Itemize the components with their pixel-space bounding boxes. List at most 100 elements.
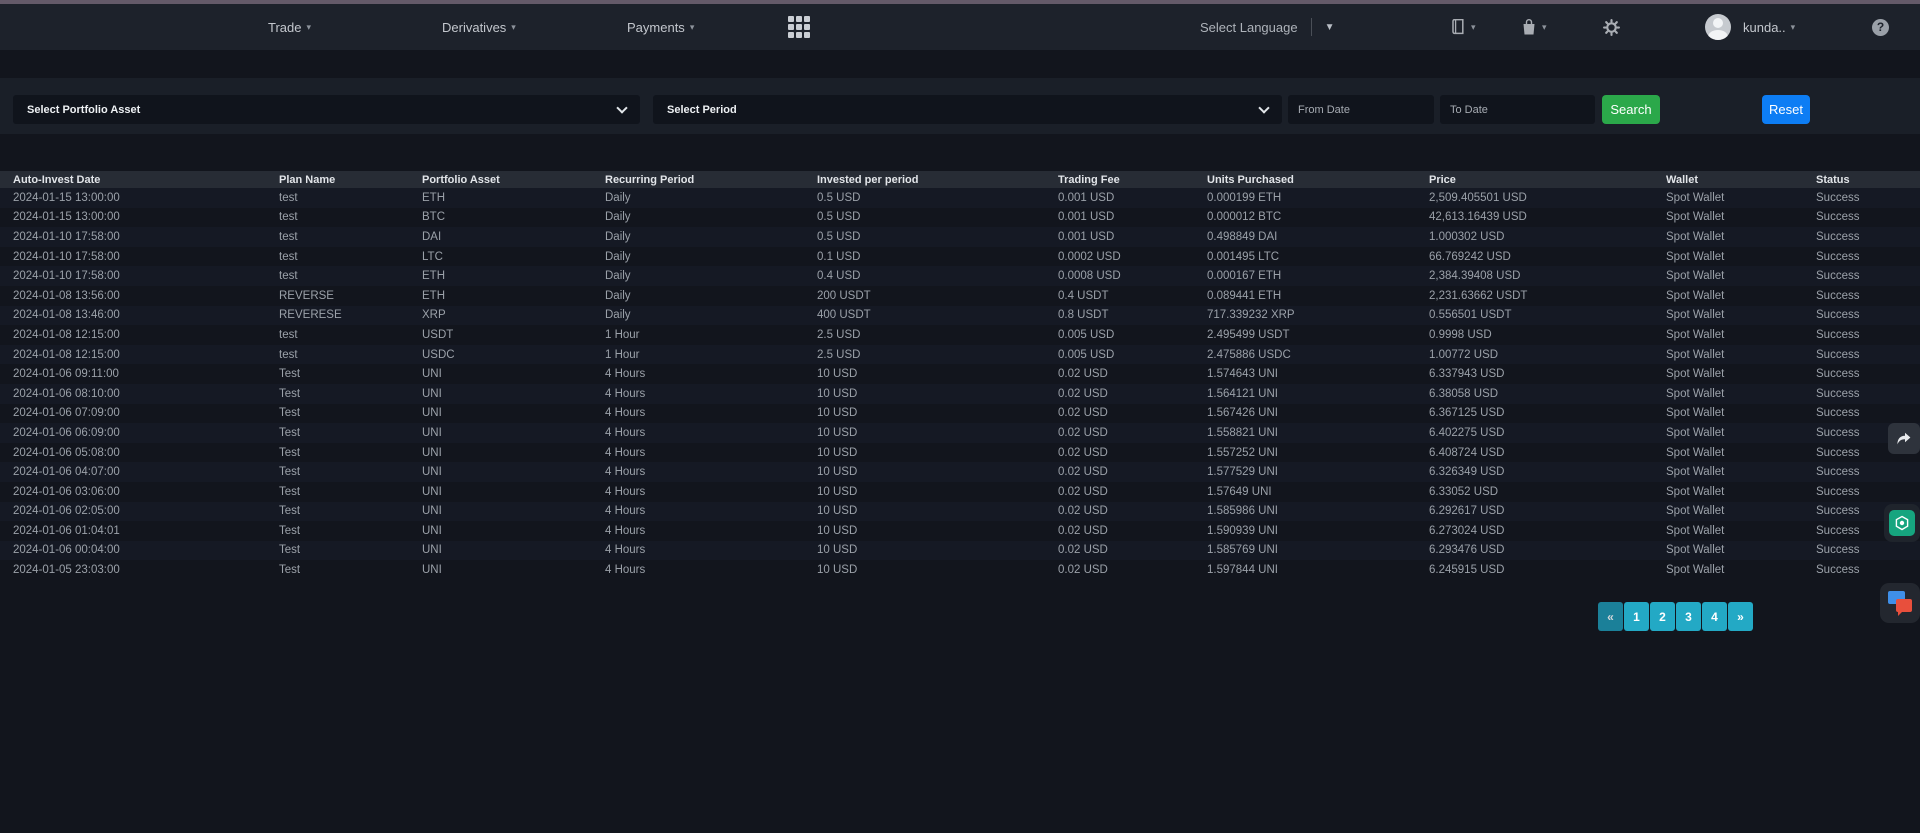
table-cell: Success [1816,462,1920,482]
search-button[interactable]: Search [1602,95,1660,124]
table-cell: 2024-01-06 06:09:00 [0,423,279,443]
table-cell: 2024-01-08 13:56:00 [0,286,279,306]
table-row: 2024-01-08 13:56:00REVERSEETHDaily200 US… [0,286,1920,306]
table-cell: 10 USD [817,404,1058,424]
table-cell: 0.498849 DAI [1207,227,1429,247]
table-cell: 0.1 USD [817,247,1058,267]
table-cell: ETH [422,188,605,208]
table-cell: 2024-01-08 12:15:00 [0,345,279,365]
column-header: Portfolio Asset [422,171,605,188]
table-cell: XRP [422,306,605,326]
table-cell: USDC [422,345,605,365]
table-row: 2024-01-10 17:58:00testDAIDaily0.5 USD0.… [0,227,1920,247]
table-cell: Spot Wallet [1666,482,1816,502]
top-navbar: Trade ▾ Derivatives ▾ Payments ▾ Select … [0,4,1920,50]
table-cell: 1.557252 UNI [1207,443,1429,463]
apps-grid-button[interactable] [788,4,810,50]
period-select[interactable]: Select Period [653,95,1282,124]
nav-menu-trade[interactable]: Trade ▾ [268,4,311,50]
table-cell: 4 Hours [605,482,817,502]
chatgpt-icon [1889,510,1915,536]
pagination: «1234» [1598,602,1753,631]
table-cell: UNI [422,482,605,502]
table-cell: 2,509.405501 USD [1429,188,1666,208]
language-selector[interactable]: Select Language ▼ [1200,4,1335,50]
chevron-down-icon: ▾ [690,23,695,32]
table-cell: LTC [422,247,605,267]
table-cell: Test [279,521,422,541]
table-row: 2024-01-08 12:15:00testUSDC1 Hour2.5 USD… [0,345,1920,365]
table-row: 2024-01-08 13:46:00REVERESEXRPDaily400 U… [0,306,1920,326]
table-cell: 6.33052 USD [1429,482,1666,502]
chatgpt-overlay-button[interactable] [1884,504,1920,542]
table-cell: Spot Wallet [1666,364,1816,384]
portfolio-asset-select[interactable]: Select Portfolio Asset [13,95,640,124]
table-cell: 4 Hours [605,443,817,463]
table-cell: ETH [422,266,605,286]
table-cell: Test [279,384,422,404]
table-cell: 4 Hours [605,502,817,522]
pagination-prev-button[interactable]: « [1598,602,1623,631]
pagination-page-1-button[interactable]: 1 [1624,602,1649,631]
table-row: 2024-01-06 02:05:00TestUNI4 Hours10 USD0… [0,502,1920,522]
nav-menu-payments[interactable]: Payments ▾ [627,4,694,50]
from-date-input[interactable] [1288,95,1434,124]
nav-menu-derivatives[interactable]: Derivatives ▾ [442,4,516,50]
table-cell: 717.339232 XRP [1207,306,1429,326]
orders-menu[interactable]: ▾ [1449,4,1476,50]
table-cell: 2024-01-06 05:08:00 [0,443,279,463]
table-cell: 1 Hour [605,325,817,345]
username: kunda.. [1743,20,1786,35]
table-cell: 0.02 USD [1058,404,1207,424]
wallet-menu[interactable]: ▾ [1521,4,1547,50]
column-header: Auto-Invest Date [0,171,279,188]
table-cell: 1.574643 UNI [1207,364,1429,384]
translate-overlay-button[interactable] [1880,583,1920,623]
pagination-page-3-button[interactable]: 3 [1676,602,1701,631]
table-cell: Success [1816,286,1920,306]
reset-button[interactable]: Reset [1762,95,1810,124]
table-cell: 1.57649 UNI [1207,482,1429,502]
table-cell: Daily [605,227,817,247]
table-cell: 66.769242 USD [1429,247,1666,267]
table-cell: 0.02 USD [1058,443,1207,463]
table-row: 2024-01-10 17:58:00testLTCDaily0.1 USD0.… [0,247,1920,267]
to-date-input[interactable] [1440,95,1595,124]
table-cell: Success [1816,227,1920,247]
column-header: Units Purchased [1207,171,1429,188]
table-cell: Daily [605,208,817,228]
help-button[interactable]: ? [1872,4,1889,50]
table-cell: 1.590939 UNI [1207,521,1429,541]
table-cell: Success [1816,560,1920,580]
chevron-down-icon [616,102,627,113]
triangle-down-icon: ▼ [1325,22,1335,33]
table-cell: Daily [605,286,817,306]
table-cell: Daily [605,247,817,267]
column-header: Status [1816,171,1920,188]
table-cell: 10 USD [817,521,1058,541]
account-menu[interactable]: kunda.. ▾ [1705,4,1795,50]
table-cell: UNI [422,560,605,580]
table-row: 2024-01-05 23:03:00TestUNI4 Hours10 USD0… [0,560,1920,580]
table-cell: 2.5 USD [817,325,1058,345]
table-cell: UNI [422,443,605,463]
table-cell: test [279,227,422,247]
table-cell: 0.4 USD [817,266,1058,286]
table-cell: 0.000012 BTC [1207,208,1429,228]
table-cell: 0.001 USD [1058,188,1207,208]
pagination-page-4-button[interactable]: 4 [1702,602,1727,631]
chevron-down-icon: ▾ [1471,23,1476,32]
share-overlay-button[interactable] [1888,423,1920,454]
table-cell: 10 USD [817,384,1058,404]
table-cell: 0.5 USD [817,208,1058,228]
table-cell: UNI [422,404,605,424]
table-cell: 42,613.16439 USD [1429,208,1666,228]
pagination-next-button[interactable]: » [1728,602,1753,631]
table-cell: Spot Wallet [1666,227,1816,247]
pagination-page-2-button[interactable]: 2 [1650,602,1675,631]
table-cell: 6.326349 USD [1429,462,1666,482]
table-cell: 2024-01-06 04:07:00 [0,462,279,482]
period-select-value: Select Period [667,104,737,116]
settings-button[interactable] [1603,4,1620,50]
table-cell: test [279,208,422,228]
